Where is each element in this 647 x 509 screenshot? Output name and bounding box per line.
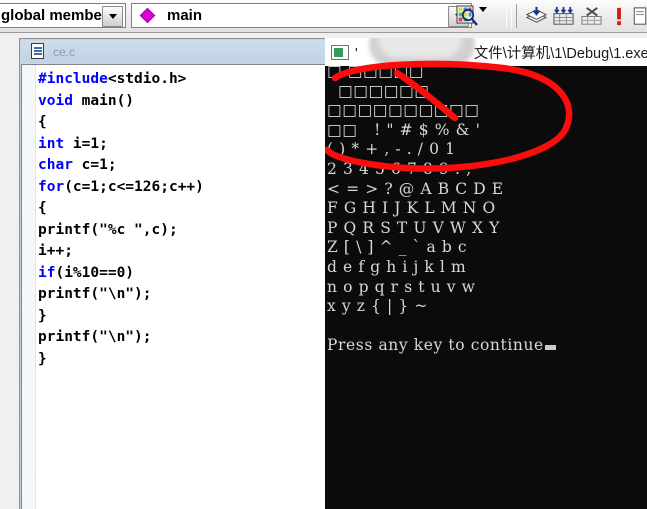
console-window: ' 文件\计算机\1\Debug\1.exe" □ □□□□□ □□□□□□ □□□… xyxy=(325,38,647,509)
code-line: #include<stdio.h> xyxy=(38,71,187,87)
code-line: printf("\n"); xyxy=(38,329,152,345)
console-prompt-text: Press any key to continue xyxy=(327,336,544,355)
scope-combobox-dropdown-button[interactable] xyxy=(102,6,123,27)
console-app-icon xyxy=(331,44,349,60)
symbol-combobox[interactable]: main xyxy=(131,3,472,28)
editor-titlebar[interactable]: ce.c xyxy=(21,40,325,63)
ide-toolbar: global members main xyxy=(0,0,647,33)
console-output-line: □□ ! " # $ % & ' xyxy=(327,120,481,139)
source-editor-window: ce.c #include<stdio.h> void main() { int i=… xyxy=(19,38,325,509)
console-output-line: x y z { | } ~ xyxy=(327,297,428,316)
console-output-line: 2 3 4 5 6 7 8 9 : ; xyxy=(327,159,473,178)
code-line: char c=1; xyxy=(38,157,117,173)
code-line: for(c=1;c<=126;c++) xyxy=(38,178,204,195)
magenta-diamond-icon xyxy=(139,7,156,24)
code-line: printf("%c ",c); xyxy=(38,221,178,238)
scope-combobox[interactable]: global members xyxy=(0,3,126,28)
code-line: if(i%10==0) xyxy=(38,264,135,281)
console-output-line: < = > ? @ A B C D E xyxy=(327,179,504,198)
console-output-line: □□□□□□ xyxy=(327,81,430,100)
console-cursor xyxy=(544,345,556,351)
chevron-down-icon xyxy=(479,7,487,29)
code-line: } xyxy=(38,307,47,324)
console-output-line: P Q R S T U V W X Y xyxy=(327,218,500,237)
console-title-path: 文件\计算机\1\Debug\1.exe" xyxy=(473,45,647,62)
console-output-line: n o p q r s t u v w xyxy=(327,277,476,296)
source-file-icon xyxy=(31,43,46,60)
find-in-files-icon[interactable] xyxy=(455,4,479,28)
source-code-text[interactable]: #include<stdio.h> void main() { int i=1; cha… xyxy=(38,69,325,370)
code-line: int i=1; xyxy=(38,135,108,152)
editor-gutter xyxy=(22,65,36,509)
console-prompt-line: Press any key to continue xyxy=(327,336,556,356)
console-output-area[interactable]: □ □□□□□ □□□□□□ □□□□□□□□□□ □□ ! " # $ % & '… xyxy=(325,66,647,509)
build-icon[interactable] xyxy=(552,5,575,28)
toolbar-dropdown-button[interactable] xyxy=(479,7,487,30)
code-line: i++; xyxy=(38,243,73,259)
editor-document-title: ce.c xyxy=(53,44,76,59)
console-titlebar[interactable]: ' 文件\计算机\1\Debug\1.exe" xyxy=(325,38,647,66)
symbol-combobox-value: main xyxy=(167,7,203,24)
console-output-line: □ □□□□□ xyxy=(327,66,424,80)
compile-icon[interactable] xyxy=(525,5,548,28)
console-output-line: Z [ \ ] ^ _ ` a b c xyxy=(327,238,468,257)
panel-icon[interactable] xyxy=(632,5,647,28)
code-line: } xyxy=(38,350,47,367)
console-output-line: d e f g h i j k l m xyxy=(327,257,467,276)
editor-text-area[interactable]: #include<stdio.h> void main() { int i=1; cha… xyxy=(21,64,325,509)
toolbar-separator xyxy=(511,4,517,28)
title-redaction-blur-highlight xyxy=(378,38,462,58)
console-output-text: □ □□□□□ □□□□□□ □□□□□□□□□□ □□ ! " # $ % & '… xyxy=(327,66,556,356)
stop-build-icon[interactable] xyxy=(580,5,603,28)
code-line: printf("\n"); xyxy=(38,286,152,302)
console-output-line: F G H I J K L M N O xyxy=(327,199,496,218)
scope-combobox-value: global members xyxy=(1,7,117,24)
code-line: void main() xyxy=(38,92,135,109)
console-output-line: □□□□□□□□□□ xyxy=(327,101,480,120)
error-exclamation-icon[interactable] xyxy=(613,5,625,28)
chevron-down-icon xyxy=(108,14,117,19)
console-title-prefix: ' xyxy=(355,45,358,62)
code-line: { xyxy=(38,114,47,130)
code-line: { xyxy=(38,200,47,216)
console-output-line: ( ) * + , - . / 0 1 xyxy=(327,140,456,159)
